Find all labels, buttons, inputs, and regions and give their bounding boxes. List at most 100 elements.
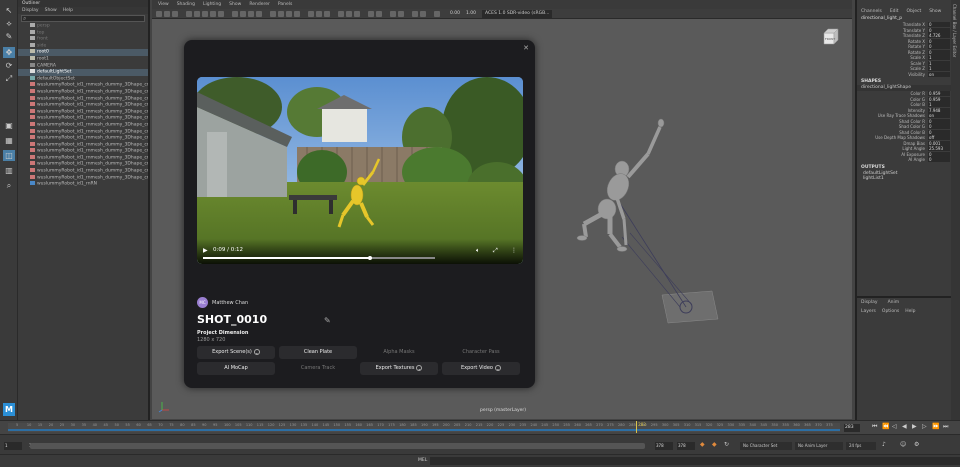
outliner-menu-show[interactable]: Show bbox=[45, 7, 57, 14]
outliner-item[interactable]: root1 bbox=[18, 55, 148, 63]
fps-dropdown[interactable]: 24 fps bbox=[846, 442, 876, 450]
toolbar-button-icon[interactable] bbox=[412, 11, 418, 17]
single-view-icon[interactable]: ▣ bbox=[3, 120, 15, 131]
attribute-value-field[interactable]: 7.948 bbox=[928, 107, 950, 113]
attribute-value-field[interactable]: 0 bbox=[928, 38, 950, 44]
rotate-tool-icon[interactable]: ⟳ bbox=[3, 60, 15, 71]
go-to-end-icon[interactable]: ⏭ bbox=[943, 423, 948, 431]
attribute-value-field[interactable]: 0 bbox=[928, 22, 950, 28]
end-time-field-2[interactable]: 378 bbox=[677, 442, 695, 450]
video-progress-bar[interactable] bbox=[203, 255, 435, 260]
outliner-item[interactable]: wuslummyRobot_id1_rnmesh_dummy_3Dhape_cr… bbox=[18, 82, 148, 89]
attribute-value-field[interactable]: 0 bbox=[928, 151, 950, 157]
outliner-item[interactable]: top bbox=[18, 29, 148, 37]
color-space-dropdown[interactable]: ACES 1.0 SDR-video (sRGB... bbox=[482, 10, 552, 18]
paint-tool-icon[interactable]: ✎ bbox=[3, 31, 15, 42]
current-frame-field[interactable]: 283 bbox=[844, 424, 860, 432]
mel-label[interactable]: MEL bbox=[418, 458, 427, 463]
toolbar-button-icon[interactable] bbox=[346, 11, 352, 17]
toolbar-button-icon[interactable] bbox=[202, 11, 208, 17]
attribute-value-field[interactable]: 0 bbox=[928, 157, 950, 163]
toolbar-button-icon[interactable] bbox=[354, 11, 360, 17]
panel-menu-renderer[interactable]: Renderer bbox=[249, 0, 270, 9]
outliner-item[interactable]: wuslummyRobot_id1_rnmesh_dummy_3Dhape_cr… bbox=[18, 88, 148, 96]
attribute-value-field[interactable]: off bbox=[928, 135, 950, 141]
prev-key-icon[interactable]: ◁ bbox=[892, 423, 897, 430]
outliner-item[interactable]: defaultLightSet bbox=[18, 69, 148, 76]
range-slider-bar[interactable] bbox=[30, 443, 645, 449]
toolbar-button-icon[interactable] bbox=[270, 11, 276, 17]
attribute-value-field[interactable]: 1 bbox=[928, 55, 950, 61]
view-cube[interactable]: FRONT bbox=[822, 28, 840, 46]
character-pass-button[interactable]: Character Pass bbox=[442, 346, 520, 359]
layout-icon[interactable]: ▥ bbox=[3, 165, 15, 176]
export-textures-button[interactable]: Export Textures ⌄ bbox=[360, 362, 438, 375]
select-tool-icon[interactable]: ↖ bbox=[3, 5, 15, 16]
current-time-indicator[interactable] bbox=[636, 421, 638, 433]
toolbar-button-icon[interactable] bbox=[240, 11, 246, 17]
toolbar-button-icon[interactable] bbox=[278, 11, 284, 17]
attribute-value-field[interactable]: 0.959 bbox=[928, 96, 950, 102]
play-icon[interactable]: ▶ bbox=[203, 247, 208, 254]
outliner-item[interactable]: front bbox=[18, 36, 148, 43]
toolbar-button-icon[interactable] bbox=[164, 11, 170, 17]
outliner-item[interactable]: wuslummyRobot_id1_rnmesh_dummy_3Dhape_cr… bbox=[18, 161, 148, 168]
outliner-item[interactable]: wuslummyRobot_id1_rnmesh_dummy_3Dhape_cr… bbox=[18, 148, 148, 155]
attribute-value-field[interactable]: on bbox=[928, 71, 950, 77]
outliner-item[interactable]: wuslummyRobot_id1_rnmesh_dummy_3Dhape_cr… bbox=[18, 121, 148, 129]
step-forward-icon[interactable]: ⏩ bbox=[932, 423, 939, 430]
step-back-icon[interactable]: ⏪ bbox=[882, 423, 889, 430]
tab-channels[interactable]: Channels bbox=[861, 9, 882, 16]
outliner-item[interactable]: wuslummyRobot_id1_rnmesh_dummy_3Dhape_cr… bbox=[18, 154, 148, 162]
toolbar-button-icon[interactable] bbox=[172, 11, 178, 17]
toolbar-button-icon[interactable] bbox=[210, 11, 216, 17]
auto-key-icon[interactable]: ◆ bbox=[712, 441, 717, 448]
outliner-search-input[interactable]: ⌕ bbox=[21, 15, 145, 22]
outliner-item[interactable]: wuslummyRobot_id1_rnmesh_dummy_3Dhape_cr… bbox=[18, 128, 148, 136]
output-item[interactable]: lightList1 bbox=[857, 176, 951, 182]
video-progress-handle[interactable] bbox=[368, 255, 373, 260]
toolbar-button-icon[interactable] bbox=[294, 11, 300, 17]
attribute-value-field[interactable]: 0 bbox=[928, 129, 950, 135]
attribute-value-field[interactable]: 0 bbox=[928, 27, 950, 33]
outliner-item[interactable]: wuslummyRobot_id1_rnmesh_dummy_3Dhape_cr… bbox=[18, 141, 148, 149]
character-set-dropdown[interactable]: No Character Set bbox=[740, 442, 792, 450]
ai-mocap-button[interactable]: AI MoCap bbox=[197, 362, 275, 375]
play-forward-icon[interactable]: ▶ bbox=[912, 423, 917, 430]
outliner-menu-display[interactable]: Display bbox=[22, 7, 39, 14]
preferences-icon[interactable]: ⚙ bbox=[914, 441, 919, 448]
two-view-icon[interactable]: ◫ bbox=[3, 150, 15, 161]
outliner-item[interactable]: wuslummyRobot_id1_rnmesh_dummy_3Dhape_cr… bbox=[18, 95, 148, 103]
layer-menu-options[interactable]: Options bbox=[882, 309, 899, 314]
outliner-item[interactable]: wuslummyRobot_id1_rnmesh_dummy_3Dhape_cr… bbox=[18, 115, 148, 122]
exposure-field[interactable]: 0.00 bbox=[450, 10, 460, 18]
channel-box-side-tab[interactable]: Channel Box / Layer Editor bbox=[951, 0, 960, 420]
edit-icon[interactable]: ✎ bbox=[324, 316, 331, 325]
outliner-menu-help[interactable]: Help bbox=[63, 7, 73, 14]
toolbar-button-icon[interactable] bbox=[338, 11, 344, 17]
close-icon[interactable]: ✕ bbox=[523, 44, 529, 52]
audio-icon[interactable]: ♪ bbox=[882, 441, 886, 448]
outliner-item[interactable]: wuslummyRobot_id1_rnmesh_dummy_3Dhape_cr… bbox=[18, 168, 148, 175]
lasso-tool-icon[interactable]: ⟡ bbox=[3, 18, 15, 29]
toolbar-button-icon[interactable] bbox=[368, 11, 374, 17]
toolbar-button-icon[interactable] bbox=[398, 11, 404, 17]
toolbar-button-icon[interactable] bbox=[156, 11, 162, 17]
panel-menu-panels[interactable]: Panels bbox=[278, 0, 292, 9]
tab-anim[interactable]: Anim bbox=[888, 300, 900, 305]
export-scene-s-button[interactable]: Export Scene(s) ⌄ bbox=[197, 346, 275, 359]
outliner-item[interactable]: wuslummyRobot_id1_rnmesh_dummy_3Dhape_cr… bbox=[18, 135, 148, 142]
person-icon[interactable]: ☺ bbox=[900, 441, 906, 448]
volume-icon[interactable]: 🔈︎ bbox=[476, 247, 480, 255]
attribute-value-field[interactable]: 4.726 bbox=[928, 33, 950, 39]
attribute-value-field[interactable]: 0 bbox=[928, 124, 950, 130]
loop-icon[interactable]: ↻ bbox=[724, 441, 729, 448]
play-back-icon[interactable]: ◀ bbox=[902, 423, 907, 430]
command-input[interactable] bbox=[430, 457, 960, 465]
fullscreen-icon[interactable]: ⤢ bbox=[493, 247, 498, 255]
outliner-item[interactable]: root0 bbox=[18, 49, 148, 56]
attribute-value-field[interactable]: 1 bbox=[928, 66, 950, 72]
move-tool-icon[interactable]: ✥ bbox=[3, 47, 15, 58]
layer-menu-layers[interactable]: Layers bbox=[861, 309, 876, 314]
toolbar-button-icon[interactable] bbox=[434, 11, 440, 17]
